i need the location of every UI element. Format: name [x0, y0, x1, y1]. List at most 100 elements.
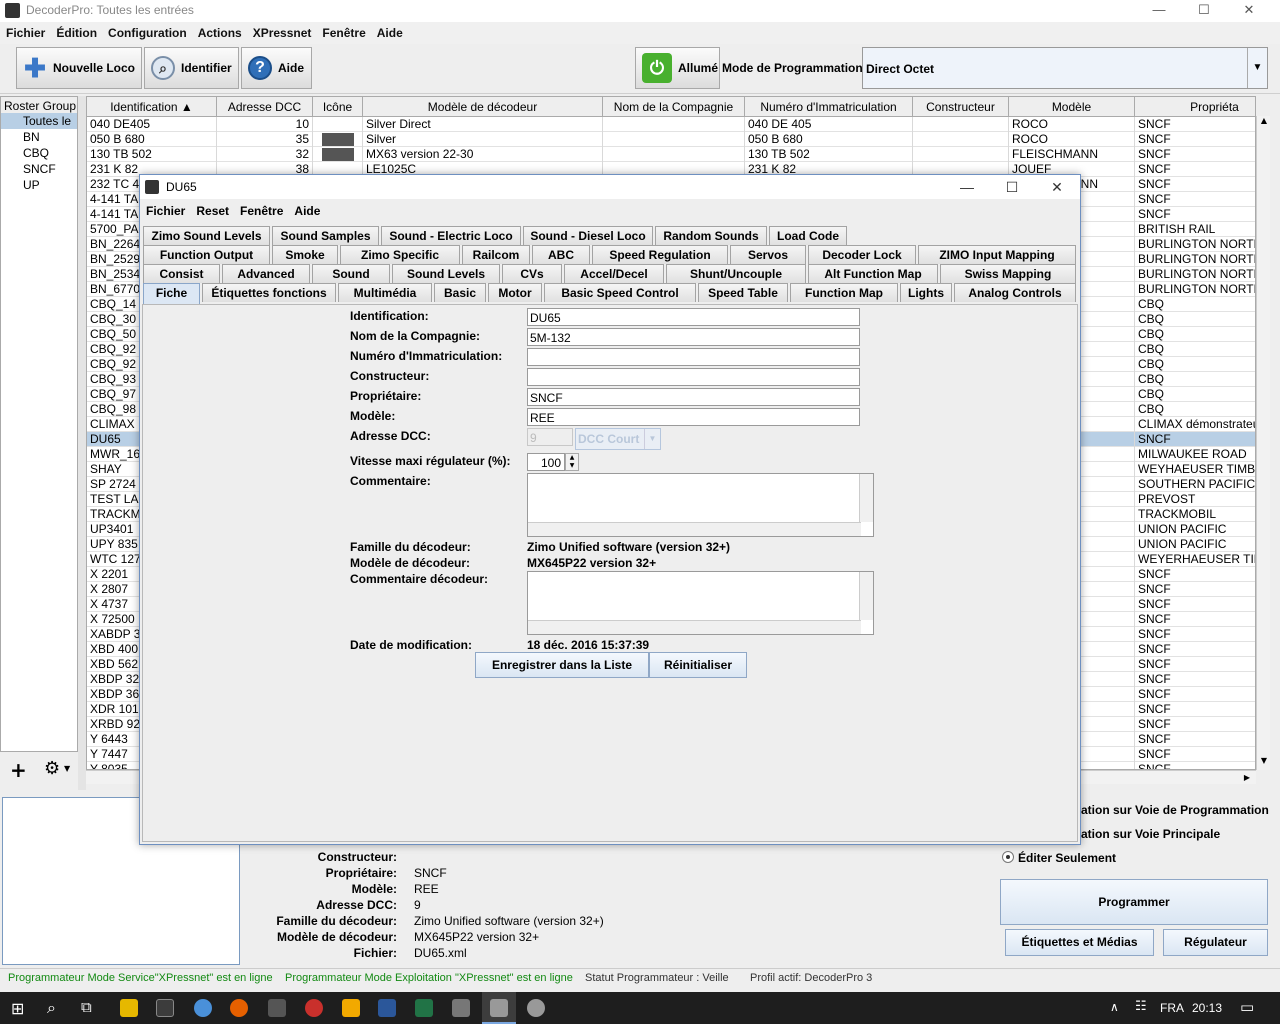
- tab-abc[interactable]: ABC: [532, 245, 590, 264]
- tab-random-sounds[interactable]: Random Sounds: [655, 226, 767, 245]
- dialog-menu-fenetre[interactable]: Fenêtre: [234, 201, 288, 218]
- col-header-decoder-model[interactable]: Modèle de décodeur: [363, 97, 603, 117]
- menu-edition[interactable]: Édition: [50, 22, 102, 40]
- tab-sound[interactable]: Sound: [312, 264, 390, 283]
- throttle-button[interactable]: Régulateur: [1163, 929, 1268, 956]
- tab-sound-samples[interactable]: Sound Samples: [272, 226, 379, 245]
- model-input[interactable]: REE: [527, 408, 860, 426]
- firefox-icon[interactable]: [230, 999, 248, 1017]
- language-indicator[interactable]: FRA: [1160, 1001, 1184, 1015]
- col-header-registration[interactable]: Numéro d'Immatriculation: [745, 97, 913, 117]
- tab-zimo-input-mapping[interactable]: ZIMO Input Mapping: [918, 245, 1076, 264]
- company-input[interactable]: 5M-132: [527, 328, 860, 346]
- dialog-menu-aide[interactable]: Aide: [288, 201, 325, 218]
- chevron-down-icon[interactable]: ▼: [64, 764, 70, 773]
- max-speed-stepper[interactable]: ▲ ▼: [565, 453, 579, 471]
- tab-sound-electric-loco[interactable]: Sound - Electric Loco: [381, 226, 521, 245]
- tab-smoke[interactable]: Smoke: [272, 245, 338, 264]
- roster-group-item-up[interactable]: UP: [1, 177, 77, 193]
- id-input[interactable]: DU65: [527, 308, 860, 326]
- col-header-dcc-address[interactable]: Adresse DCC: [217, 97, 313, 117]
- dcc-address-input[interactable]: 9: [527, 428, 573, 446]
- task-view-icon[interactable]: ⧉: [81, 998, 92, 1016]
- table-row[interactable]: 050 B 680 35 Silver 050 B 680 ROCO SNCF: [87, 132, 1255, 147]
- chevron-up-icon[interactable]: ∧: [1110, 1000, 1119, 1014]
- tab-zimo-sound-levels[interactable]: Zimo Sound Levels: [143, 226, 270, 245]
- decoder-comment-textarea[interactable]: [527, 571, 874, 635]
- chevron-down-icon[interactable]: ▼: [1247, 48, 1267, 88]
- roster-group-item-sncf[interactable]: SNCF: [1, 161, 77, 177]
- comment-textarea[interactable]: [527, 473, 874, 537]
- decoder-comment-vertical-scrollbar[interactable]: [859, 572, 873, 620]
- program-button[interactable]: Programmer: [1000, 879, 1268, 925]
- tab-advanced[interactable]: Advanced: [222, 264, 310, 283]
- scroll-right-icon[interactable]: ▶: [1240, 771, 1254, 784]
- table-vertical-scrollbar[interactable]: ▲ ▼: [1256, 116, 1270, 770]
- table-row[interactable]: 040 DE405 10 Silver Direct 040 DE 405 ROCO SN…: [87, 117, 1255, 132]
- tab-decoder-lock[interactable]: Decoder Lock: [808, 245, 916, 264]
- option-main-track[interactable]: ation sur Voie Principale: [1081, 827, 1220, 841]
- menu-aide[interactable]: Aide: [371, 22, 408, 40]
- tab-load-code[interactable]: Load Code: [769, 226, 847, 245]
- clock[interactable]: 20:13: [1192, 1001, 1222, 1015]
- comment-vertical-scrollbar[interactable]: [859, 474, 873, 522]
- menu-fichier[interactable]: Fichier: [0, 22, 50, 40]
- store-icon[interactable]: [156, 999, 174, 1017]
- app-icon[interactable]: [527, 999, 545, 1017]
- app-icon[interactable]: [342, 999, 360, 1017]
- tab-cvs[interactable]: CVs: [502, 264, 562, 283]
- identify-button[interactable]: ⌕ Identifier: [144, 47, 239, 89]
- gear-icon[interactable]: ⚙: [44, 758, 60, 779]
- col-header-model[interactable]: Modèle: [1009, 97, 1135, 117]
- browser-icon[interactable]: [194, 999, 212, 1017]
- tab-accel-decel[interactable]: Accel/Decel: [564, 264, 664, 283]
- owner-input[interactable]: SNCF: [527, 388, 860, 406]
- panel-splitter[interactable]: [78, 96, 86, 790]
- close-icon[interactable]: ✕: [1226, 0, 1272, 22]
- tab-zimo-specific[interactable]: Zimo Specific: [340, 245, 460, 264]
- tab-sound-diesel-loco[interactable]: Sound - Diesel Loco: [523, 226, 653, 245]
- help-button[interactable]: ? Aide: [241, 47, 312, 89]
- programming-mode-select[interactable]: Direct Octet ▼: [862, 47, 1268, 89]
- roster-group-item-cbq[interactable]: CBQ: [1, 145, 77, 161]
- registration-input[interactable]: [527, 348, 860, 366]
- dialog-menu-fichier[interactable]: Fichier: [140, 201, 190, 218]
- dialog-menu-reset[interactable]: Reset: [190, 201, 234, 218]
- roster-group-item-all[interactable]: Toutes le: [1, 113, 77, 129]
- tab-alt-function-map[interactable]: Alt Function Map: [808, 264, 938, 283]
- tab-lights[interactable]: Lights: [900, 283, 952, 302]
- maximize-icon[interactable]: ☐: [989, 175, 1035, 199]
- tab-fiche[interactable]: Fiche: [143, 283, 200, 304]
- radio-edit-only[interactable]: [1002, 851, 1014, 863]
- word-icon[interactable]: [378, 999, 396, 1017]
- tab-motor[interactable]: Motor: [488, 283, 542, 302]
- tab-speed-table[interactable]: Speed Table: [698, 283, 788, 302]
- app-icon[interactable]: [268, 999, 286, 1017]
- col-header-identification[interactable]: Identification ▲: [87, 97, 217, 117]
- tab-servos[interactable]: Servos: [730, 245, 806, 264]
- table-row[interactable]: 130 TB 502 32 MX63 version 22-30 130 TB 502…: [87, 147, 1255, 162]
- menu-xpressnet[interactable]: XPressnet: [247, 22, 317, 40]
- comment-horizontal-scrollbar[interactable]: [528, 522, 861, 536]
- network-icon[interactable]: ☷: [1135, 999, 1147, 1014]
- menu-configuration[interactable]: Configuration: [102, 22, 192, 40]
- tab-analog-controls[interactable]: Analog Controls: [954, 283, 1076, 302]
- col-header-owner[interactable]: Propriéta: [1135, 97, 1255, 117]
- tab-basic[interactable]: Basic: [434, 283, 486, 302]
- file-explorer-icon[interactable]: [120, 999, 138, 1017]
- save-to-roster-button[interactable]: Enregistrer dans la Liste: [475, 652, 649, 678]
- decoderpro-task[interactable]: [482, 992, 516, 1024]
- minimize-icon[interactable]: —: [944, 175, 990, 199]
- scroll-down-icon[interactable]: ▼: [1258, 756, 1270, 770]
- windows-start-icon[interactable]: ⊞: [11, 999, 24, 1018]
- col-header-icon[interactable]: Icône: [313, 97, 363, 117]
- tab-function-labels[interactable]: Étiquettes fonctions: [202, 283, 336, 302]
- minimize-icon[interactable]: —: [1136, 0, 1182, 22]
- excel-icon[interactable]: [415, 999, 433, 1017]
- scroll-up-icon[interactable]: ▲: [1258, 116, 1270, 130]
- tab-function-output[interactable]: Function Output: [143, 245, 270, 264]
- calculator-icon[interactable]: [452, 999, 470, 1017]
- maximize-icon[interactable]: ☐: [1181, 0, 1227, 22]
- close-icon[interactable]: ✕: [1034, 175, 1080, 199]
- col-header-company[interactable]: Nom de la Compagnie: [603, 97, 745, 117]
